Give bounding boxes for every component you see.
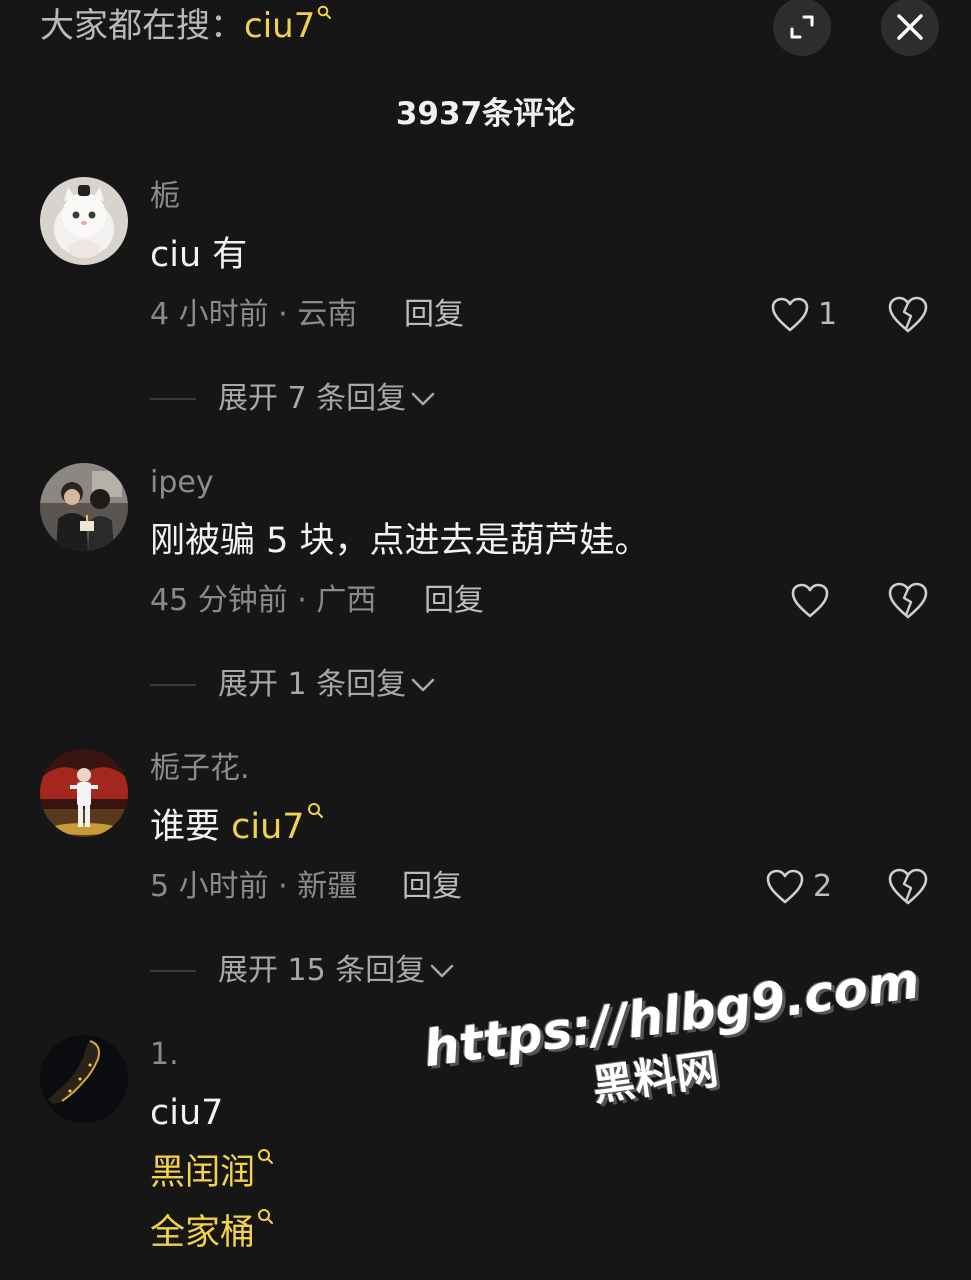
heart-icon	[771, 297, 809, 332]
comment-meta: 45 分钟前 · 广西	[150, 583, 377, 618]
reply-button[interactable]: 回复	[402, 867, 462, 907]
search-keyword-text: 黑闰润	[150, 1153, 256, 1193]
dislike-button[interactable]	[887, 295, 929, 335]
watermark-site-name: 黑料网	[589, 1044, 722, 1111]
broken-heart-icon	[888, 296, 928, 333]
close-button[interactable]	[881, 0, 939, 56]
expand-replies-label: 展开 15 条回复	[218, 953, 426, 988]
heart-icon	[791, 583, 829, 618]
comment-username[interactable]: 栀子花.	[150, 749, 250, 789]
top-bar: 大家都在搜：ciu7	[0, 0, 971, 60]
chevron-down-icon	[430, 964, 454, 978]
broken-heart-icon	[888, 582, 928, 619]
avatar[interactable]	[40, 749, 128, 837]
comment-text: ciu 有	[150, 235, 248, 275]
comment-text: 刚被骗 5 块，点进去是葫芦娃。	[150, 521, 650, 561]
divider-line	[150, 398, 196, 400]
search-keyword-link[interactable]: 黑闰润	[150, 1149, 274, 1197]
search-icon	[307, 783, 323, 818]
heart-icon	[766, 869, 804, 904]
comment-text: 谁要 ciu7	[150, 803, 323, 851]
avatar[interactable]	[40, 1035, 128, 1123]
expand-replies-button[interactable]: 展开 1 条回复	[150, 665, 436, 705]
comment-meta: 4 小时前 · 云南	[150, 297, 358, 332]
expand-icon	[790, 15, 814, 39]
like-button[interactable]: 1	[770, 295, 837, 335]
divider-line	[150, 970, 196, 972]
like-count: 1	[818, 297, 838, 332]
trending-search-hint[interactable]: 大家都在搜：ciu7	[40, 4, 332, 48]
reply-button[interactable]: 回复	[424, 581, 484, 621]
comment-text-prefix: 谁要	[150, 807, 232, 847]
divider-line	[150, 684, 196, 686]
broken-heart-icon	[888, 868, 928, 905]
close-icon	[897, 14, 923, 40]
search-keyword-text: 全家桶	[150, 1213, 256, 1253]
chevron-down-icon	[411, 392, 435, 406]
watermark-url: https://hlbg9.com	[420, 951, 924, 1079]
comment-text: ciu7	[150, 1093, 224, 1133]
avatar[interactable]	[40, 463, 128, 551]
comment-username[interactable]: 1.	[150, 1035, 179, 1075]
dislike-button[interactable]	[887, 867, 929, 907]
trending-search-prefix: 大家都在搜：	[40, 6, 244, 46]
comment-meta: 5 小时前 · 新疆	[150, 869, 358, 904]
chevron-down-icon	[411, 678, 435, 692]
expand-replies-button[interactable]: 展开 7 条回复	[150, 379, 436, 419]
trending-search-keyword[interactable]: ciu7	[244, 6, 315, 46]
like-button[interactable]: 2	[765, 867, 832, 907]
dislike-button[interactable]	[887, 581, 929, 621]
search-keyword-link[interactable]: 全家桶	[150, 1209, 274, 1257]
search-icon	[257, 1189, 274, 1224]
search-keyword-link[interactable]: ciu7	[231, 807, 304, 847]
comment-username[interactable]: ipey	[150, 463, 214, 503]
comment-username[interactable]: 栀	[150, 177, 180, 217]
search-icon	[257, 1129, 274, 1164]
avatar[interactable]	[40, 177, 128, 265]
like-count: 2	[813, 869, 833, 904]
like-button[interactable]	[790, 581, 838, 621]
expand-replies-label: 展开 1 条回复	[218, 667, 407, 702]
bottom-edge	[0, 1262, 971, 1280]
reply-button[interactable]: 回复	[404, 295, 464, 335]
expand-replies-label: 展开 7 条回复	[218, 381, 407, 416]
comment-count-title: 3937条评论	[395, 96, 576, 132]
watermark: https://hlbg9.com 黑料网	[420, 951, 924, 1134]
expand-button[interactable]	[773, 0, 831, 56]
expand-replies-button[interactable]: 展开 15 条回复	[150, 951, 455, 991]
